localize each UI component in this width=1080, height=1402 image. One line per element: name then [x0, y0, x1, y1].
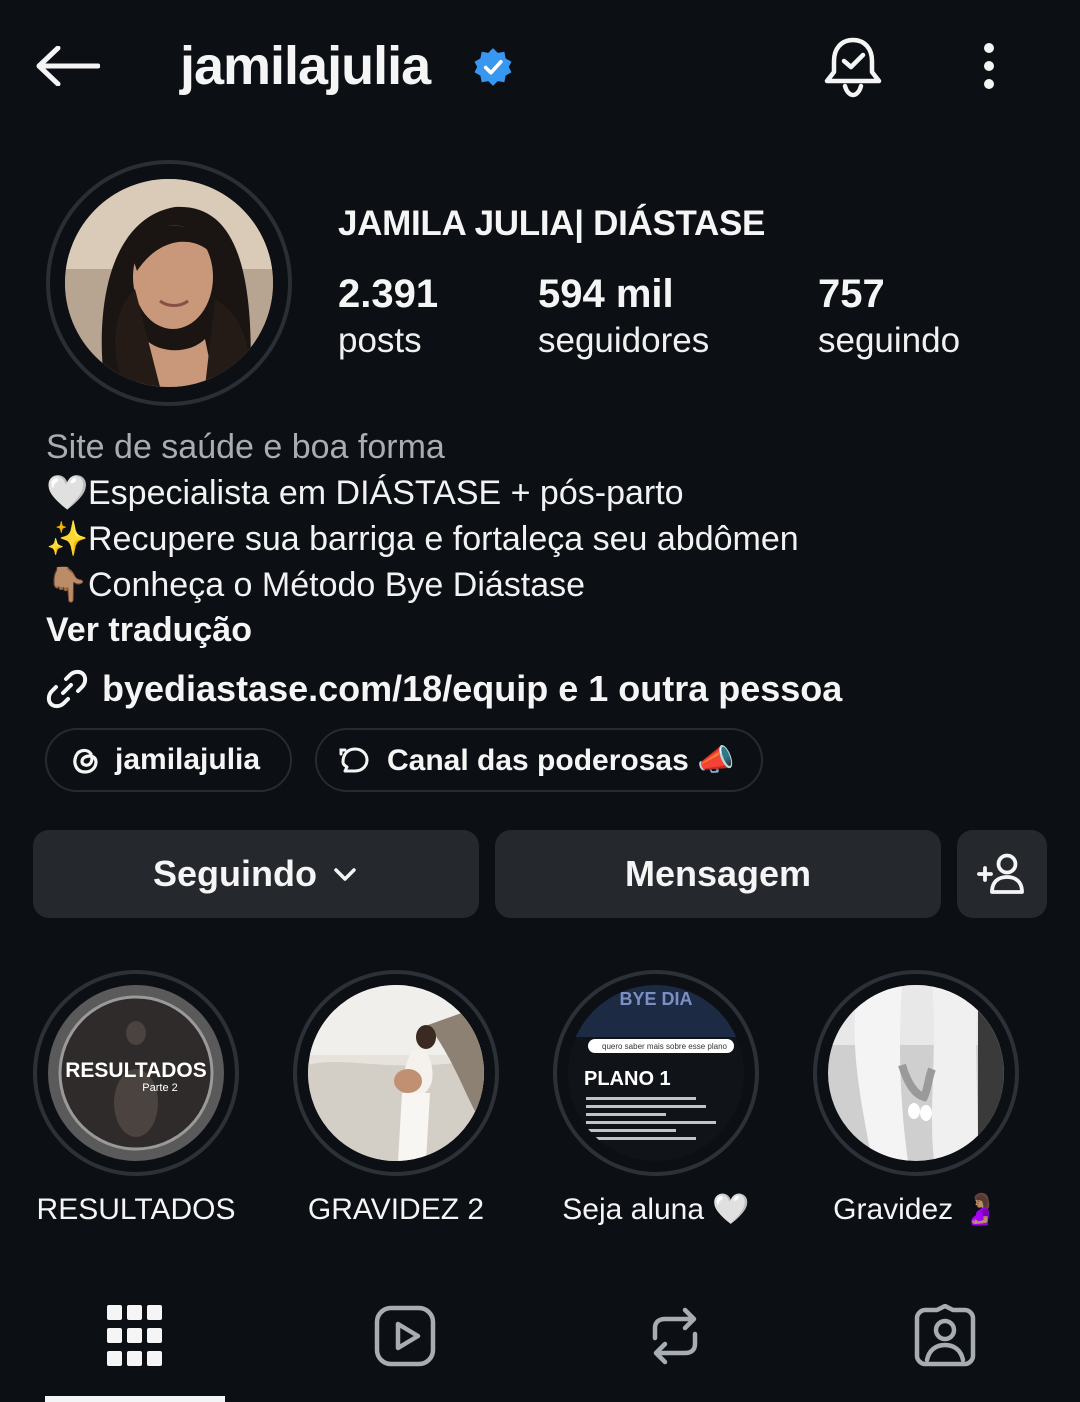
posts-count[interactable]: 2.391 posts: [338, 270, 438, 364]
threads-pill[interactable]: jamilajulia: [45, 728, 292, 792]
stat-value: 757: [818, 272, 885, 316]
highlight-gravidez-2[interactable]: GRAVIDEZ 2: [291, 970, 501, 1232]
highlight-label: GRAVIDEZ 2: [307, 1193, 485, 1226]
bio-line: 🤍Especialista em DIÁSTASE + pós-parto: [46, 470, 1046, 516]
more-vertical-icon: [984, 43, 994, 89]
highlight-gravidez[interactable]: Gravidez 🤰🏽: [811, 970, 1021, 1232]
broadcast-channel-icon: [339, 747, 369, 773]
bio-line: ✨Recupere sua barriga e fortaleça seu ab…: [46, 516, 1046, 562]
pill-label: jamilajulia: [115, 743, 261, 776]
back-button[interactable]: [34, 38, 104, 94]
highlight-ring: [293, 970, 499, 1176]
highlight-cover-text: PLANO 1: [584, 1068, 671, 1090]
avatar: [65, 179, 273, 387]
highlight-cover: [828, 985, 1004, 1161]
profile-full-name: JAMILA JULIA| DIÁSTASE: [338, 204, 766, 243]
followers-count[interactable]: 594 mil seguidores: [538, 270, 709, 364]
arrow-left-icon: [36, 46, 100, 86]
tagged-icon: [914, 1304, 976, 1367]
link-icon: [46, 669, 88, 709]
reposts-icon: [652, 1307, 698, 1365]
bell-check-icon: [824, 37, 882, 98]
bio-text: Especialista em DIÁSTASE + pós-parto: [88, 474, 684, 512]
add-user-button[interactable]: [957, 830, 1047, 918]
tab-reels[interactable]: [369, 1300, 441, 1372]
highlight-ring: BYE DIA quero saber mais sobre esse plan…: [553, 970, 759, 1176]
profile-username: jamilajulia: [180, 36, 431, 96]
bio-text: Conheça o Método Bye Diástase: [88, 566, 586, 604]
bio-line: 👇🏽Conheça o Método Bye Diástase: [46, 562, 1046, 608]
highlight-cover-text: RESULTADOS: [65, 1059, 207, 1082]
bio-link[interactable]: byediastase.com/18/equip e 1 outra pesso…: [46, 664, 1046, 714]
following-count[interactable]: 757 seguindo: [818, 270, 960, 364]
reels-icon: [374, 1305, 436, 1367]
following-button[interactable]: Seguindo: [33, 830, 479, 918]
highlight-label: Gravidez 🤰🏽: [833, 1193, 999, 1226]
threads-icon: [73, 748, 98, 774]
verified-badge-icon: [474, 48, 512, 86]
highlight-label: RESULTADOS: [36, 1193, 236, 1226]
profile-category: Site de saúde e boa forma: [46, 428, 445, 466]
stat-label: seguidores: [538, 321, 710, 360]
chevron-down-icon: [334, 868, 356, 881]
tab-posts-grid[interactable]: [99, 1300, 171, 1372]
channel-pill[interactable]: Canal das poderosas 📣: [315, 728, 763, 792]
sparkles-emoji: ✨: [46, 520, 89, 558]
highlight-cover: BYE DIA quero saber mais sobre esse plan…: [568, 985, 744, 1161]
highlight-ring: [813, 970, 1019, 1176]
highlight-resultados[interactable]: RESULTADOS Parte 2 RESULTADOS: [31, 970, 241, 1232]
notifications-button[interactable]: [822, 34, 884, 98]
stat-value: 2.391: [338, 272, 439, 316]
stat-label: posts: [338, 321, 422, 360]
following-label: Seguindo: [153, 853, 317, 894]
see-translation-link[interactable]: Ver tradução: [46, 608, 1046, 652]
bio-link-text: byediastase.com/18/equip e 1 outra pesso…: [102, 668, 843, 709]
highlight-label: Seja aluna 🤍: [562, 1193, 750, 1226]
heart-emoji: 🤍: [46, 474, 89, 512]
pill-label: Canal das poderosas 📣: [387, 743, 735, 777]
profile-bio: Site de saúde e boa forma 🤍Especialista …: [46, 424, 1046, 714]
highlight-cover-top: BYE DIA: [619, 989, 692, 1009]
grid-icon: [107, 1305, 162, 1366]
tab-reposts[interactable]: [639, 1300, 711, 1372]
highlight-seja-aluna[interactable]: BYE DIA quero saber mais sobre esse plan…: [551, 970, 761, 1232]
highlight-cover-subtext: Parte 2: [142, 1082, 177, 1094]
active-tab-indicator: [45, 1396, 225, 1402]
stat-label: seguindo: [818, 321, 961, 360]
pointing-down-emoji: 👇🏽: [46, 566, 89, 604]
message-button[interactable]: Mensagem: [495, 830, 941, 918]
highlight-cover-search: quero saber mais sobre esse plano: [602, 1042, 728, 1051]
more-options-button[interactable]: [968, 40, 1010, 96]
highlight-cover: RESULTADOS Parte 2: [48, 985, 224, 1161]
add-user-icon: [977, 853, 1024, 894]
tab-tagged[interactable]: [909, 1300, 981, 1372]
profile-avatar[interactable]: [46, 160, 292, 406]
avatar-photo: [65, 179, 273, 387]
highlight-cover: [308, 985, 484, 1161]
highlight-ring: RESULTADOS Parte 2: [33, 970, 239, 1176]
message-label: Mensagem: [624, 853, 812, 894]
bio-text: Recupere sua barriga e fortaleça seu abd…: [88, 520, 799, 558]
stat-value: 594 mil: [538, 272, 674, 316]
